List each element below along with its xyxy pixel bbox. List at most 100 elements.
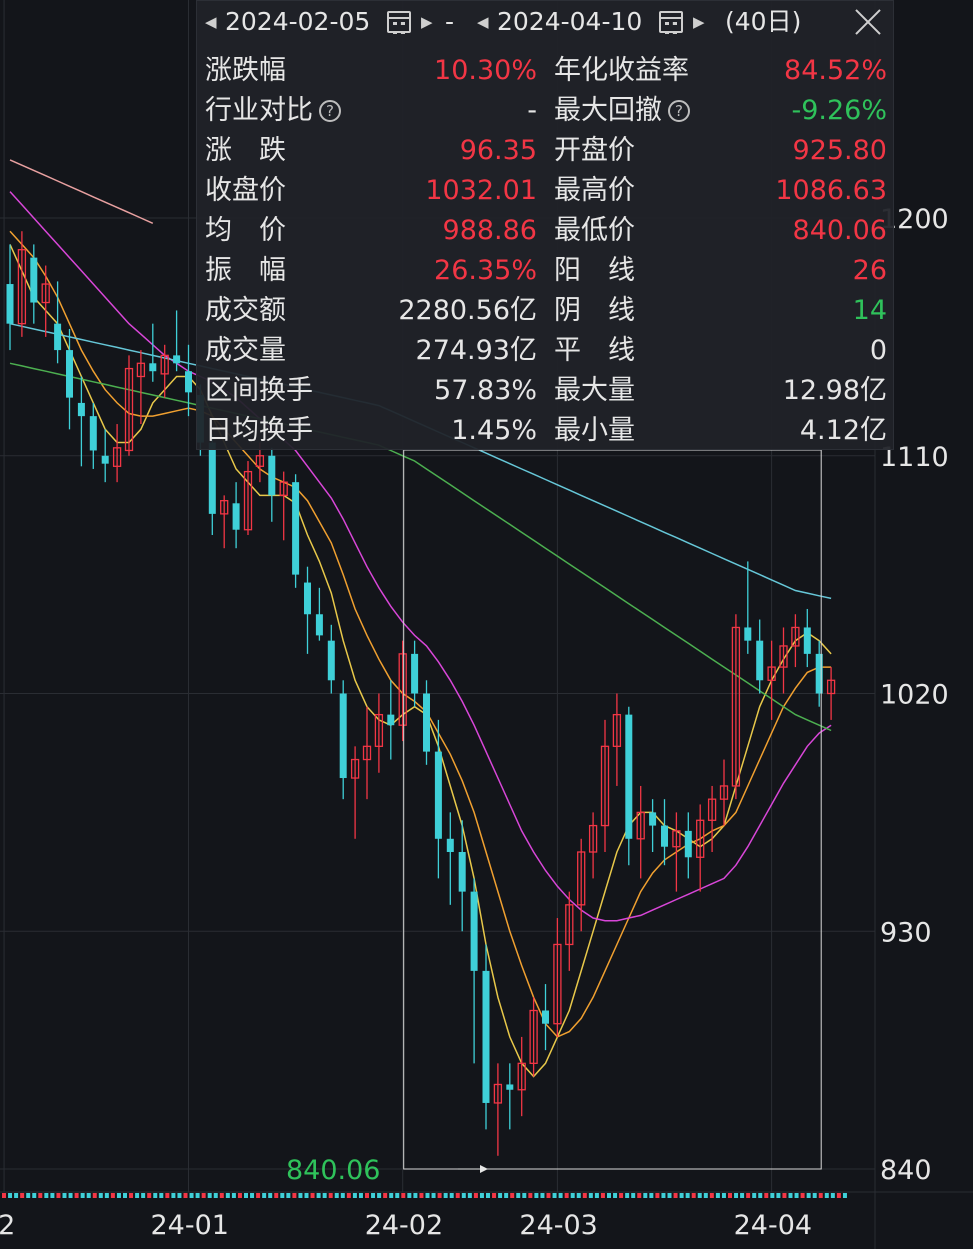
next-arrow-icon[interactable]: ▶ — [693, 1, 705, 43]
stat-value: 57.83% — [434, 375, 537, 406]
start-date[interactable]: 2024-02-05 — [225, 1, 370, 43]
candle-body-down — [185, 371, 192, 393]
candle-body-down — [66, 350, 73, 398]
stat-right-3: 最高价 1086.63 — [554, 171, 887, 211]
volume-bar — [431, 1193, 436, 1198]
stat-left-4: 均 价 988.86 — [205, 211, 537, 251]
calendar-icon[interactable] — [387, 11, 411, 34]
volume-bar — [492, 1193, 497, 1198]
volume-bar — [358, 1193, 363, 1198]
x-tick-label: 24-02 — [365, 1210, 443, 1241]
volume-bar — [135, 1193, 140, 1198]
stat-value: 0 — [869, 335, 887, 366]
volume-bar — [625, 1193, 630, 1198]
volume-bar — [812, 1193, 817, 1198]
volume-bar — [667, 1193, 672, 1198]
help-icon[interactable]: ? — [668, 100, 690, 122]
volume-bar — [244, 1193, 248, 1198]
stat-right-7: 平 线 0 — [554, 331, 887, 371]
volume-bar — [153, 1193, 158, 1198]
volume-bar — [637, 1193, 642, 1198]
volume-bar — [546, 1193, 551, 1198]
stat-label: 成交量 — [205, 331, 286, 371]
stat-right-8: 最大量 12.98亿 — [554, 371, 887, 411]
volume-bar — [818, 1193, 823, 1198]
stat-left-5: 振 幅 26.35% — [205, 251, 537, 291]
candle-body-down — [54, 323, 62, 351]
volume-bar — [443, 1193, 448, 1198]
stat-label: 最大回撤? — [554, 91, 690, 131]
y-tick-label: 1020 — [880, 680, 949, 711]
volume-bar — [177, 1193, 182, 1198]
volume-bar — [588, 1193, 593, 1198]
volume-bar — [455, 1193, 460, 1198]
stat-value: 26.35% — [434, 255, 537, 286]
volume-bar — [74, 1193, 79, 1198]
stat-value: - — [527, 95, 537, 126]
x-tick-label: 24-03 — [519, 1210, 597, 1241]
candle-body-down — [387, 714, 395, 726]
end-date[interactable]: 2024-04-10 — [497, 1, 642, 43]
candle-body-down — [744, 627, 752, 641]
volume-bar — [371, 1193, 376, 1198]
volume-bar — [734, 1193, 739, 1198]
volume-bar — [788, 1193, 793, 1198]
stat-left-3: 收盘价 1032.01 — [205, 171, 537, 211]
volume-bar — [237, 1193, 242, 1198]
volume-bar — [201, 1193, 206, 1198]
stat-label-text: 开盘价 — [554, 135, 635, 166]
volume-bar — [352, 1193, 357, 1198]
volume-bar — [286, 1193, 291, 1198]
prev-arrow-icon[interactable]: ◀ — [205, 1, 217, 43]
volume-bar — [219, 1193, 224, 1198]
volume-bar — [32, 1193, 37, 1198]
volume-bar — [110, 1193, 115, 1198]
next-arrow-icon[interactable]: ▶ — [421, 1, 433, 43]
stat-right-2: 开盘价 925.80 — [554, 131, 887, 171]
stat-label: 最大量 — [554, 371, 635, 411]
volume-bar — [800, 1193, 805, 1198]
stat-left-6: 成交额 2280.56亿 — [205, 291, 537, 331]
volume-bar — [510, 1193, 515, 1198]
volume-bar — [522, 1193, 527, 1198]
volume-bar — [504, 1193, 509, 1198]
volume-bar — [26, 1193, 31, 1198]
candle-body-down — [434, 751, 442, 839]
volume-bar — [98, 1193, 103, 1198]
calendar-icon[interactable] — [659, 11, 683, 34]
volume-bar — [715, 1193, 720, 1198]
range-stats-panel: ◀ 2024-02-05 ▶ - ◀ 2024-04-10 ▶ (40日) 涨跌… — [196, 0, 894, 450]
stat-label-text: 阴 线 — [554, 295, 635, 326]
volume-bar — [274, 1193, 279, 1198]
volume-bar — [661, 1193, 666, 1198]
stat-value: 96.35 — [459, 135, 537, 166]
volume-bar — [479, 1193, 484, 1198]
stat-label-text: 最小量 — [554, 415, 635, 446]
stat-label-text: 最大回撤 — [554, 95, 662, 126]
volume-bar — [437, 1193, 442, 1198]
candle-body-down — [423, 693, 430, 752]
stat-left-9: 日均换手 1.45% — [205, 411, 537, 451]
volume-bar — [310, 1193, 315, 1198]
candle-body-down — [101, 455, 109, 464]
stat-label: 均 价 — [205, 211, 286, 251]
volume-bar — [304, 1193, 309, 1198]
stat-value: 2280.56亿 — [398, 295, 537, 326]
candle-body-down — [411, 653, 419, 694]
volume-bar — [770, 1193, 775, 1198]
help-icon[interactable]: ? — [319, 100, 341, 122]
volume-bar — [655, 1193, 660, 1198]
close-icon[interactable] — [853, 7, 883, 37]
volume-bar — [395, 1193, 400, 1198]
stat-label-text: 涨 跌 — [205, 135, 286, 166]
stat-left-7: 成交量 274.93亿 — [205, 331, 537, 371]
prev-arrow-icon[interactable]: ◀ — [477, 1, 489, 43]
volume-bar — [528, 1193, 533, 1198]
volume-bar — [419, 1193, 424, 1198]
volume-bar — [600, 1193, 605, 1198]
volume-bar — [401, 1193, 406, 1198]
volume-bar — [461, 1193, 466, 1198]
stat-label-text: 收盘价 — [205, 175, 286, 206]
stat-label: 涨跌幅 — [205, 51, 286, 91]
volume-bar — [298, 1193, 303, 1198]
